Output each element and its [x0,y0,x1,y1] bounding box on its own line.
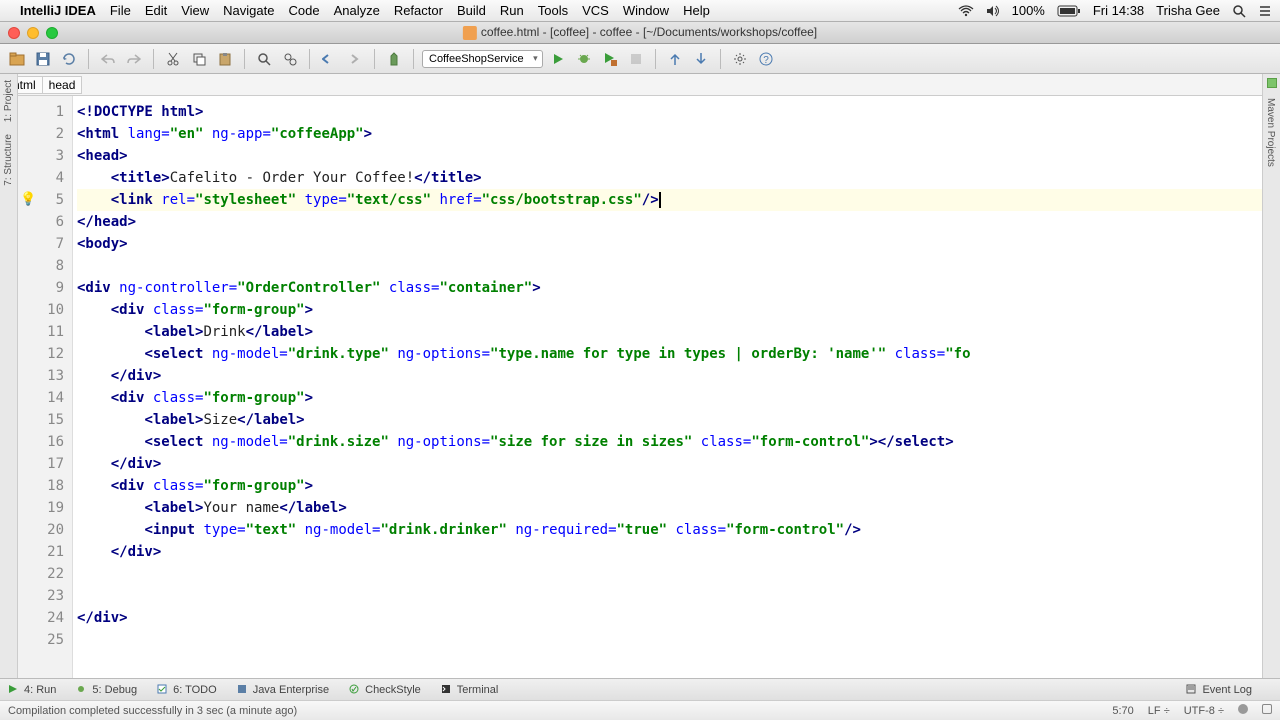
menu-analyze[interactable]: Analyze [334,3,380,18]
breadcrumb-item[interactable]: head [42,76,83,94]
code-area[interactable]: <!DOCTYPE html><html lang="en" ng-app="c… [73,96,1262,678]
build-icon[interactable] [383,48,405,70]
menu-view[interactable]: View [181,3,209,18]
status-message: Compilation completed successfully in 3 … [8,705,297,717]
project-tool-tab[interactable]: 1: Project [1,74,16,128]
sync-icon[interactable] [58,48,80,70]
checkstyle-tool-tab[interactable]: CheckStyle [349,684,421,696]
paste-icon[interactable] [214,48,236,70]
battery-icon[interactable] [1057,5,1081,17]
open-icon[interactable] [6,48,28,70]
git-icon[interactable] [1238,704,1248,717]
run-tool-tab[interactable]: 4: Run [8,684,56,696]
editor: 12345💡6789101112131415161718192021222324… [18,96,1262,678]
vcs-commit-icon[interactable] [690,48,712,70]
menu-navigate[interactable]: Navigate [223,3,274,18]
cut-icon[interactable] [162,48,184,70]
event-log-tab[interactable]: Event Log [1186,684,1252,696]
window-close-button[interactable] [8,27,20,39]
help-icon[interactable]: ? [755,48,777,70]
coverage-icon[interactable] [599,48,621,70]
right-tool-strip: Maven Projects [1262,74,1280,678]
run-config-dropdown[interactable]: CoffeeShopService [422,50,543,68]
forward-icon[interactable] [344,48,366,70]
battery-percent: 100% [1012,3,1045,18]
todo-tool-tab[interactable]: 6: TODO [157,684,217,696]
line-separator[interactable]: LF ÷ [1148,705,1170,717]
volume-icon[interactable] [986,5,1000,17]
window-title: coffee.html - [coffee] - coffee - [~/Doc… [463,25,817,40]
clock[interactable]: Fri 14:38 [1093,3,1144,18]
file-icon [463,26,477,40]
menu-code[interactable]: Code [288,3,319,18]
vcs-update-icon[interactable] [664,48,686,70]
left-tool-strip: 1: Project 7: Structure [0,74,18,678]
menu-tools[interactable]: Tools [538,3,568,18]
cursor-position[interactable]: 5:70 [1112,705,1133,717]
inspection-marker[interactable] [1267,78,1277,88]
debug-icon[interactable] [573,48,595,70]
window-minimize-button[interactable] [27,27,39,39]
window-zoom-button[interactable] [46,27,58,39]
spotlight-icon[interactable] [1232,4,1246,18]
status-bar: Compilation completed successfully in 3 … [0,700,1280,720]
debug-tool-tab[interactable]: 5: Debug [76,684,137,696]
run-icon[interactable] [547,48,569,70]
lock-icon[interactable] [1262,704,1272,717]
back-icon[interactable] [318,48,340,70]
replace-icon[interactable] [279,48,301,70]
jee-tool-tab[interactable]: Java Enterprise [237,684,329,696]
menu-edit[interactable]: Edit [145,3,167,18]
macos-menubar: IntelliJ IDEA File Edit View Navigate Code An… [0,0,1280,22]
stop-icon[interactable] [625,48,647,70]
structure-tool-tab[interactable]: 7: Structure [1,128,16,192]
terminal-tool-tab[interactable]: Terminal [441,684,499,696]
save-icon[interactable] [32,48,54,70]
copy-icon[interactable] [188,48,210,70]
user-name[interactable]: Trisha Gee [1156,3,1220,18]
app-name[interactable]: IntelliJ IDEA [20,3,96,18]
maven-tool-tab[interactable]: Maven Projects [1263,92,1278,173]
main-toolbar: CoffeeShopService ? [0,44,1280,74]
encoding[interactable]: UTF-8 ÷ [1184,705,1224,717]
wifi-icon[interactable] [958,5,974,17]
menu-window[interactable]: Window [623,3,669,18]
window-titlebar: coffee.html - [coffee] - coffee - [~/Doc… [0,22,1280,44]
menu-run[interactable]: Run [500,3,524,18]
svg-text:?: ? [763,55,769,66]
menu-build[interactable]: Build [457,3,486,18]
find-icon[interactable] [253,48,275,70]
menu-refactor[interactable]: Refactor [394,3,443,18]
gutter[interactable]: 12345💡6789101112131415161718192021222324… [18,96,73,678]
menu-help[interactable]: Help [683,3,710,18]
redo-icon[interactable] [123,48,145,70]
menu-vcs[interactable]: VCS [582,3,609,18]
settings-icon[interactable] [729,48,751,70]
undo-icon[interactable] [97,48,119,70]
breadcrumb: html head [0,74,1280,96]
menu-file[interactable]: File [110,3,131,18]
bottom-tool-tabs: 4: Run 5: Debug 6: TODO Java Enterprise … [0,678,1280,700]
notifications-icon[interactable] [1258,5,1272,17]
